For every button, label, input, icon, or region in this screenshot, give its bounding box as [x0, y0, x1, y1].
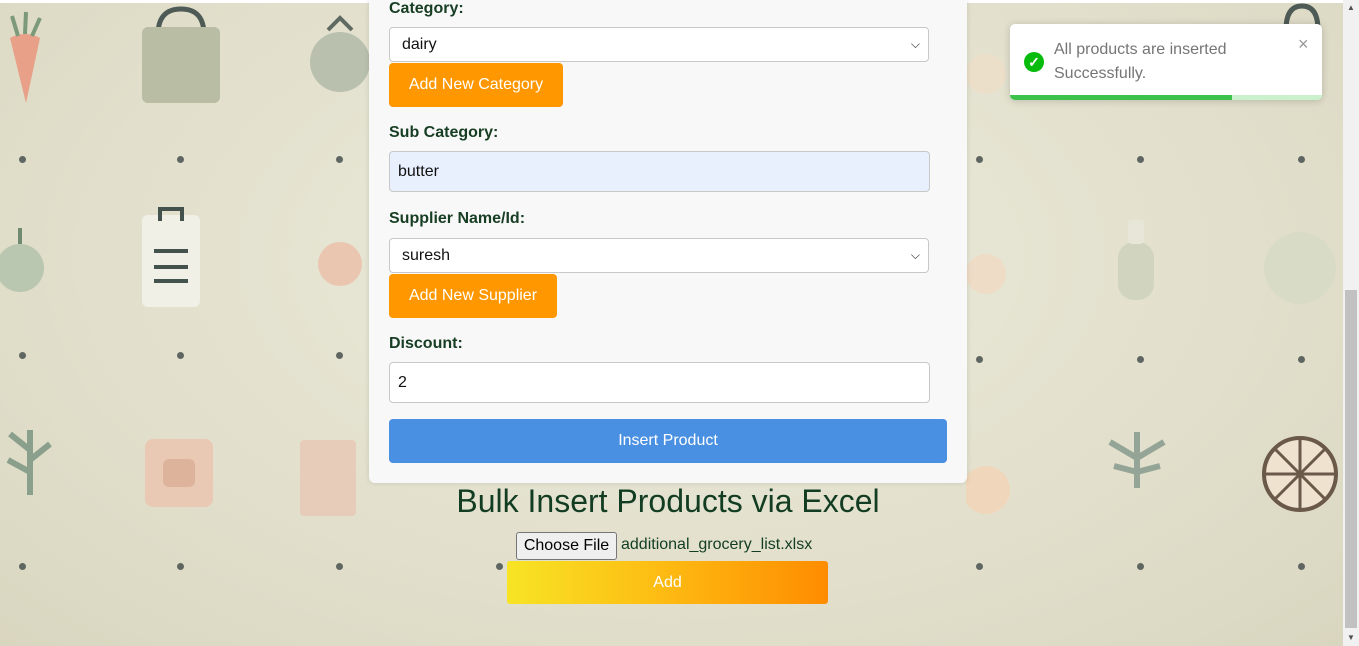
- toast-message: All products are inserted Successfully.: [1054, 41, 1227, 82]
- scrollbar-thumb[interactable]: [1345, 290, 1357, 628]
- bg-dot: [1137, 563, 1144, 570]
- bg-dot: [19, 352, 26, 359]
- cabbage-icon: [1264, 232, 1336, 304]
- bulk-insert-title: Bulk Insert Products via Excel: [456, 483, 880, 519]
- bg-dot: [336, 156, 343, 163]
- close-icon[interactable]: ×: [1298, 34, 1309, 55]
- list-clipboard-icon: [142, 207, 200, 307]
- tomato-icon: [966, 254, 1006, 294]
- bg-dot: [336, 352, 343, 359]
- choose-file-button[interactable]: Choose File: [516, 532, 617, 560]
- check-circle-icon: ✓: [1024, 52, 1044, 72]
- add-new-category-button[interactable]: Add New Category: [389, 63, 563, 107]
- bg-dot: [177, 352, 184, 359]
- bg-dot: [1137, 156, 1144, 163]
- jar-icon: [145, 439, 213, 507]
- add-new-supplier-button[interactable]: Add New Supplier: [389, 274, 557, 318]
- supplier-select[interactable]: suresh ⌵: [389, 238, 929, 273]
- herb-icon: [6, 430, 52, 495]
- carrot-icon: [10, 11, 42, 103]
- scroll-down-arrow-icon[interactable]: ▼: [1343, 630, 1359, 646]
- bg-dot: [19, 156, 26, 163]
- bg-dot: [1137, 356, 1144, 363]
- eggplant-icon: [310, 15, 370, 92]
- bg-dot: [976, 156, 983, 163]
- bottle-icon: [1118, 220, 1154, 300]
- toast-progress-bar: [1010, 95, 1232, 100]
- wheel-icon: [1262, 436, 1338, 512]
- shopping-bag-icon: [142, 6, 220, 103]
- plant-icon: [1108, 432, 1166, 488]
- discount-label: Discount:: [389, 335, 463, 352]
- bg-dot: [19, 563, 26, 570]
- category-select[interactable]: dairy ⌵: [389, 27, 929, 62]
- category-label: Category:: [389, 0, 464, 17]
- chevron-down-icon: ⌵: [910, 37, 920, 51]
- bg-dot: [336, 563, 343, 570]
- paper-bag-icon: [300, 440, 356, 516]
- supplier-label: Supplier Name/Id:: [389, 210, 526, 227]
- chevron-down-icon: ⌵: [910, 248, 920, 262]
- apple-icon: [966, 54, 1006, 94]
- category-selected-value: dairy: [402, 36, 437, 53]
- discount-input[interactable]: 2: [389, 362, 930, 403]
- bg-dot: [1298, 356, 1305, 363]
- insert-product-button[interactable]: Insert Product: [389, 419, 947, 463]
- scroll-up-arrow-icon[interactable]: ▲: [1343, 0, 1359, 16]
- bg-dot: [976, 563, 983, 570]
- bg-dot: [496, 563, 503, 570]
- subcategory-label: Sub Category:: [389, 124, 499, 141]
- bg-dot: [976, 356, 983, 363]
- onion-icon: [0, 228, 44, 292]
- selected-file-name: additional_grocery_list.xlsx: [621, 536, 813, 553]
- bg-dot: [1298, 156, 1305, 163]
- peach-icon: [318, 242, 362, 286]
- bg-dot: [1298, 563, 1305, 570]
- add-bulk-button[interactable]: Add: [507, 561, 828, 604]
- pear-icon: [966, 466, 1010, 514]
- success-toast: ✓ All products are inserted Successfully…: [1010, 24, 1322, 100]
- bg-dot: [177, 156, 184, 163]
- subcategory-input[interactable]: butter: [389, 151, 930, 192]
- bg-dot: [177, 563, 184, 570]
- supplier-selected-value: suresh: [402, 247, 451, 264]
